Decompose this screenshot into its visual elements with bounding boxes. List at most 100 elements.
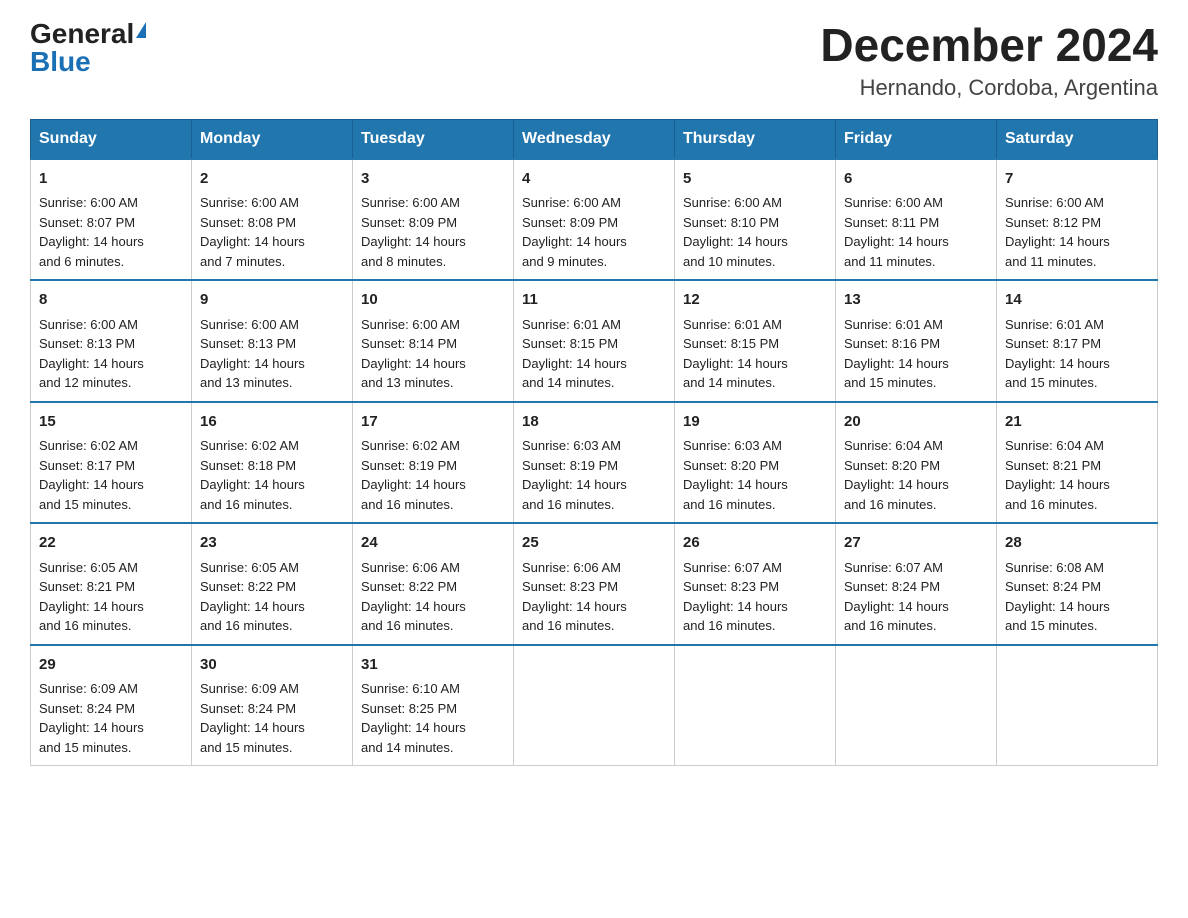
week-row-5: 29Sunrise: 6:09 AMSunset: 8:24 PMDayligh… <box>31 645 1158 766</box>
day-info: Sunrise: 6:01 AMSunset: 8:16 PMDaylight:… <box>844 315 988 393</box>
day-info: Sunrise: 6:01 AMSunset: 8:15 PMDaylight:… <box>522 315 666 393</box>
day-header-monday: Monday <box>192 119 353 159</box>
day-number: 26 <box>683 532 827 555</box>
empty-cell <box>514 645 675 766</box>
day-info: Sunrise: 6:06 AMSunset: 8:22 PMDaylight:… <box>361 558 505 636</box>
day-cell-20: 20Sunrise: 6:04 AMSunset: 8:20 PMDayligh… <box>836 402 997 524</box>
day-cell-10: 10 Sunrise: 6:00 AMSunset: 8:14 PMDayligh… <box>353 280 514 402</box>
day-cell-8: 8Sunrise: 6:00 AMSunset: 8:13 PMDaylight… <box>31 280 192 402</box>
day-cell-11: 11 Sunrise: 6:01 AMSunset: 8:15 PMDayligh… <box>514 280 675 402</box>
day-info: Sunrise: 6:00 AMSunset: 8:09 PMDaylight:… <box>522 193 666 271</box>
day-cell-24: 24 Sunrise: 6:06 AMSunset: 8:22 PMDayligh… <box>353 523 514 645</box>
empty-cell <box>675 645 836 766</box>
day-number: 27 <box>844 532 988 555</box>
day-cell-18: 18Sunrise: 6:03 AMSunset: 8:19 PMDayligh… <box>514 402 675 524</box>
day-info: Sunrise: 6:10 AMSunset: 8:25 PMDaylight:… <box>361 679 505 757</box>
location-subtitle: Hernando, Cordoba, Argentina <box>820 75 1158 101</box>
day-cell-16: 16Sunrise: 6:02 AMSunset: 8:18 PMDayligh… <box>192 402 353 524</box>
day-number: 16 <box>200 411 344 434</box>
day-info: Sunrise: 6:00 AMSunset: 8:12 PMDaylight:… <box>1005 193 1149 271</box>
week-row-2: 8Sunrise: 6:00 AMSunset: 8:13 PMDaylight… <box>31 280 1158 402</box>
day-number: 25 <box>522 532 666 555</box>
day-number: 2 <box>200 168 344 191</box>
day-info: Sunrise: 6:07 AMSunset: 8:24 PMDaylight:… <box>844 558 988 636</box>
logo: General Blue <box>30 20 146 76</box>
day-info: Sunrise: 6:02 AMSunset: 8:19 PMDaylight:… <box>361 436 505 514</box>
day-header-saturday: Saturday <box>997 119 1158 159</box>
day-number: 22 <box>39 532 183 555</box>
day-info: Sunrise: 6:00 AMSunset: 8:07 PMDaylight:… <box>39 193 183 271</box>
day-cell-17: 17Sunrise: 6:02 AMSunset: 8:19 PMDayligh… <box>353 402 514 524</box>
day-number: 21 <box>1005 411 1149 434</box>
day-info: Sunrise: 6:02 AMSunset: 8:18 PMDaylight:… <box>200 436 344 514</box>
day-cell-21: 21Sunrise: 6:04 AMSunset: 8:21 PMDayligh… <box>997 402 1158 524</box>
empty-cell <box>997 645 1158 766</box>
day-info: Sunrise: 6:02 AMSunset: 8:17 PMDaylight:… <box>39 436 183 514</box>
day-number: 19 <box>683 411 827 434</box>
day-number: 31 <box>361 654 505 677</box>
day-info: Sunrise: 6:09 AMSunset: 8:24 PMDaylight:… <box>39 679 183 757</box>
day-info: Sunrise: 6:00 AMSunset: 8:10 PMDaylight:… <box>683 193 827 271</box>
day-cell-5: 5Sunrise: 6:00 AMSunset: 8:10 PMDaylight… <box>675 159 836 281</box>
day-number: 29 <box>39 654 183 677</box>
day-info: Sunrise: 6:03 AMSunset: 8:19 PMDaylight:… <box>522 436 666 514</box>
logo-general: General <box>30 20 134 48</box>
day-header-friday: Friday <box>836 119 997 159</box>
title-section: December 2024 Hernando, Cordoba, Argenti… <box>820 20 1158 101</box>
day-number: 15 <box>39 411 183 434</box>
empty-cell <box>836 645 997 766</box>
day-header-sunday: Sunday <box>31 119 192 159</box>
day-info: Sunrise: 6:01 AMSunset: 8:17 PMDaylight:… <box>1005 315 1149 393</box>
day-cell-25: 25 Sunrise: 6:06 AMSunset: 8:23 PMDayligh… <box>514 523 675 645</box>
day-info: Sunrise: 6:05 AMSunset: 8:21 PMDaylight:… <box>39 558 183 636</box>
day-cell-28: 28Sunrise: 6:08 AMSunset: 8:24 PMDayligh… <box>997 523 1158 645</box>
day-number: 14 <box>1005 289 1149 312</box>
day-info: Sunrise: 6:00 AMSunset: 8:11 PMDaylight:… <box>844 193 988 271</box>
day-header-thursday: Thursday <box>675 119 836 159</box>
day-cell-15: 15Sunrise: 6:02 AMSunset: 8:17 PMDayligh… <box>31 402 192 524</box>
day-cell-12: 12Sunrise: 6:01 AMSunset: 8:15 PMDayligh… <box>675 280 836 402</box>
month-year-title: December 2024 <box>820 20 1158 71</box>
day-cell-3: 3Sunrise: 6:00 AMSunset: 8:09 PMDaylight… <box>353 159 514 281</box>
day-cell-22: 22 Sunrise: 6:05 AMSunset: 8:21 PMDayligh… <box>31 523 192 645</box>
day-cell-19: 19Sunrise: 6:03 AMSunset: 8:20 PMDayligh… <box>675 402 836 524</box>
day-cell-1: 1Sunrise: 6:00 AMSunset: 8:07 PMDaylight… <box>31 159 192 281</box>
week-row-4: 22 Sunrise: 6:05 AMSunset: 8:21 PMDayligh… <box>31 523 1158 645</box>
day-number: 1 <box>39 168 183 191</box>
day-number: 20 <box>844 411 988 434</box>
day-info: Sunrise: 6:00 AMSunset: 8:13 PMDaylight:… <box>200 315 344 393</box>
day-number: 7 <box>1005 168 1149 191</box>
day-info: Sunrise: 6:00 AMSunset: 8:08 PMDaylight:… <box>200 193 344 271</box>
day-cell-9: 9 Sunrise: 6:00 AMSunset: 8:13 PMDaylight… <box>192 280 353 402</box>
day-info: Sunrise: 6:00 AMSunset: 8:09 PMDaylight:… <box>361 193 505 271</box>
day-number: 9 <box>200 289 344 312</box>
day-cell-29: 29Sunrise: 6:09 AMSunset: 8:24 PMDayligh… <box>31 645 192 766</box>
day-header-wednesday: Wednesday <box>514 119 675 159</box>
day-info: Sunrise: 6:09 AMSunset: 8:24 PMDaylight:… <box>200 679 344 757</box>
day-info: Sunrise: 6:07 AMSunset: 8:23 PMDaylight:… <box>683 558 827 636</box>
day-info: Sunrise: 6:04 AMSunset: 8:21 PMDaylight:… <box>1005 436 1149 514</box>
day-header-tuesday: Tuesday <box>353 119 514 159</box>
day-number: 13 <box>844 289 988 312</box>
day-cell-26: 26 Sunrise: 6:07 AMSunset: 8:23 PMDayligh… <box>675 523 836 645</box>
day-number: 5 <box>683 168 827 191</box>
day-cell-14: 14 Sunrise: 6:01 AMSunset: 8:17 PMDayligh… <box>997 280 1158 402</box>
days-of-week-row: SundayMondayTuesdayWednesdayThursdayFrid… <box>31 119 1158 159</box>
day-cell-4: 4Sunrise: 6:00 AMSunset: 8:09 PMDaylight… <box>514 159 675 281</box>
day-number: 4 <box>522 168 666 191</box>
day-cell-27: 27 Sunrise: 6:07 AMSunset: 8:24 PMDayligh… <box>836 523 997 645</box>
day-info: Sunrise: 6:06 AMSunset: 8:23 PMDaylight:… <box>522 558 666 636</box>
day-number: 24 <box>361 532 505 555</box>
day-info: Sunrise: 6:00 AMSunset: 8:14 PMDaylight:… <box>361 315 505 393</box>
day-cell-23: 23Sunrise: 6:05 AMSunset: 8:22 PMDayligh… <box>192 523 353 645</box>
day-info: Sunrise: 6:08 AMSunset: 8:24 PMDaylight:… <box>1005 558 1149 636</box>
day-cell-31: 31Sunrise: 6:10 AMSunset: 8:25 PMDayligh… <box>353 645 514 766</box>
day-info: Sunrise: 6:04 AMSunset: 8:20 PMDaylight:… <box>844 436 988 514</box>
day-number: 3 <box>361 168 505 191</box>
week-row-3: 15Sunrise: 6:02 AMSunset: 8:17 PMDayligh… <box>31 402 1158 524</box>
calendar-table: SundayMondayTuesdayWednesdayThursdayFrid… <box>30 119 1158 767</box>
day-number: 11 <box>522 289 666 312</box>
day-cell-30: 30Sunrise: 6:09 AMSunset: 8:24 PMDayligh… <box>192 645 353 766</box>
day-cell-6: 6Sunrise: 6:00 AMSunset: 8:11 PMDaylight… <box>836 159 997 281</box>
day-number: 10 <box>361 289 505 312</box>
